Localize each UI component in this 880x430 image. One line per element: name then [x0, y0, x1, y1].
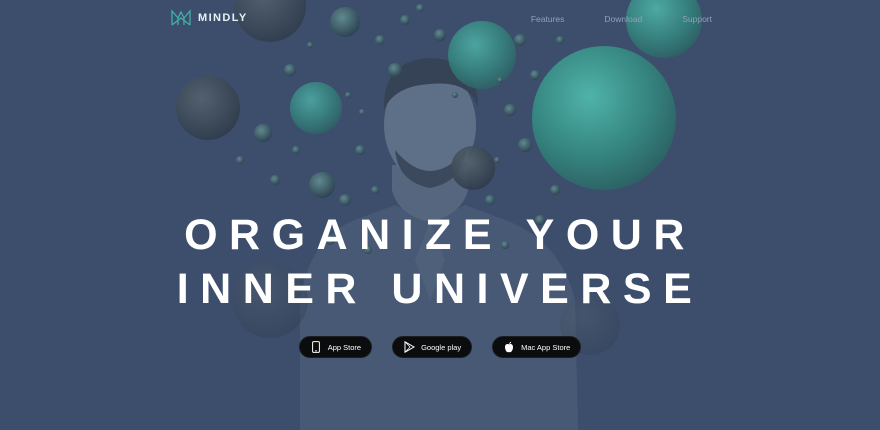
mac-app-store-button[interactable]: Mac App Store — [492, 336, 582, 358]
apple-icon — [503, 341, 515, 353]
nav-link-download[interactable]: Download — [604, 14, 642, 24]
hero-headline: ORGANIZE YOUR INNER UNIVERSE — [0, 208, 880, 316]
play-icon — [403, 341, 415, 353]
app-store-button[interactable]: App Store — [298, 336, 373, 358]
brand-logo[interactable]: MINDLY — [170, 8, 248, 28]
mac-app-store-label: Mac App Store — [521, 342, 571, 352]
mindly-logo-icon — [171, 9, 191, 26]
store-buttons: App Store Google play Mac App Store — [0, 336, 880, 358]
brand-name: MINDLY — [198, 12, 248, 24]
headline-line-1: ORGANIZE YOUR — [184, 211, 696, 259]
top-navbar: MINDLY Features Download Support — [0, 0, 880, 40]
phone-icon — [310, 341, 322, 353]
nav-link-support[interactable]: Support — [682, 14, 712, 24]
app-store-label: App Store — [327, 342, 362, 352]
headline-line-2: INNER UNIVERSE — [176, 265, 704, 313]
nav-links: Features Download Support — [491, 14, 712, 24]
google-play-button[interactable]: Google play — [392, 336, 473, 358]
nav-link-features[interactable]: Features — [531, 14, 565, 24]
google-play-label: Google play — [421, 342, 462, 352]
